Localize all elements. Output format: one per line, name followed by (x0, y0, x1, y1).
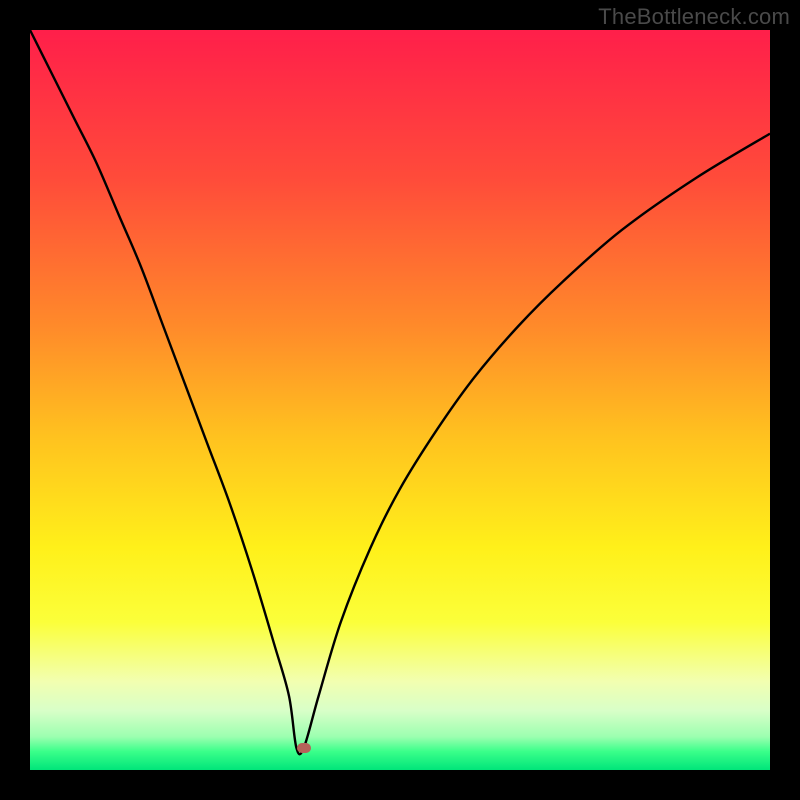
optimum-marker (297, 743, 311, 753)
watermark-text: TheBottleneck.com (598, 4, 790, 30)
plot-svg (30, 30, 770, 770)
chart-frame (30, 30, 770, 770)
gradient-background (30, 30, 770, 770)
